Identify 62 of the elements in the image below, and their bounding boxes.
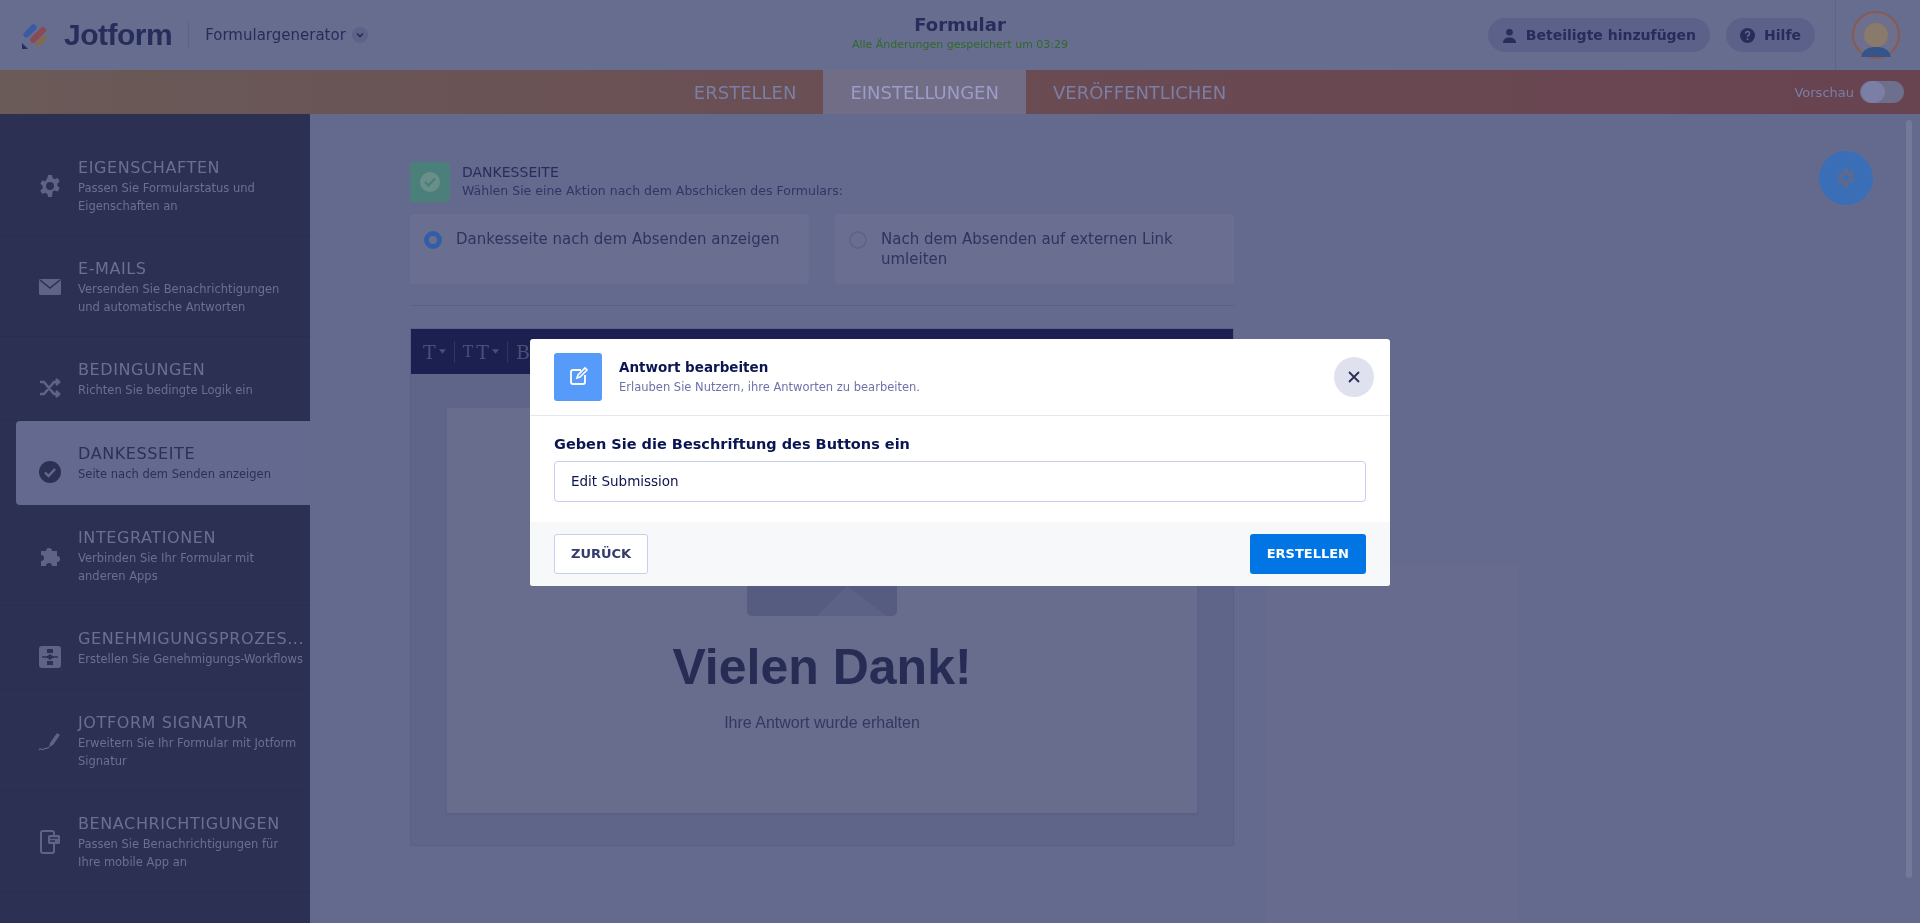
radio-button[interactable] [424, 231, 442, 249]
chevron-down-icon [351, 27, 368, 43]
logo-text: Jotform [64, 18, 173, 52]
sidebar-item-title: EIGENSCHAFTEN [78, 158, 222, 177]
shuffle-icon [38, 376, 62, 400]
caret-icon [491, 349, 499, 354]
back-button[interactable]: ZURÜCK [554, 533, 649, 574]
sidebar-item-description: Erweitern Sie Ihr Formular mit Jotform Signatur [78, 735, 298, 770]
sidebar-item[interactable]: JOTFORM SIGNATUR Erweitern Sie Ihr Formular mit Jotform Signatur [0, 690, 310, 791]
sidebar-item-description: Richten Sie bedingte Logik ein [78, 382, 253, 399]
settings-button[interactable] [1819, 151, 1873, 205]
sidebar-item-description: Seite nach dem Senden anzeigen [78, 466, 271, 483]
avatar[interactable] [1852, 11, 1900, 59]
check-circle-icon [38, 460, 62, 484]
sidebar-item-description: Verbinden Sie Ihr Formular mit anderen Apps [78, 550, 255, 585]
sidebar-item-title: BEDINGUNGEN [78, 360, 207, 379]
mobile-message-icon [38, 830, 62, 854]
sidebar-item[interactable]: INTEGRATIONEN Verbinden Sie Ihr Formular mit anderen Apps [0, 505, 310, 606]
app-menu[interactable]: Formulargenerator [205, 26, 368, 44]
option-card[interactable]: Nach dem Absenden auf externen Link umleiten [835, 214, 1234, 284]
thank-you-heading: Vielen Dank! [672, 638, 972, 696]
settings-icon [1835, 167, 1857, 189]
dialog-title: Antwort bearbeiten [619, 359, 770, 375]
flowchart-icon [38, 645, 62, 669]
gear-icon [38, 174, 62, 198]
field-label: Geben Sie die Beschriftung des Buttons ein [554, 435, 911, 452]
section-title: DANKESSEITE [462, 164, 560, 180]
sidebar-item[interactable]: DANKESSEITE Seite nach dem Senden anzeigen [16, 421, 310, 505]
sidebar-item-title: DANKESSEITE [78, 444, 197, 463]
sidebar-item-description: Passen Sie Benachrichtigungen für Ihre mobile App an [78, 836, 280, 871]
tab[interactable]: ERSTELLEN [666, 70, 824, 114]
tab[interactable]: EINSTELLUNGEN [823, 70, 1026, 114]
sidebar-item-title: INTEGRATIONEN [78, 528, 218, 547]
sidebar-item[interactable]: EIGENSCHAFTEN Passen Sie Formularstatus und Eigenschaften an [0, 135, 310, 236]
sidebar-item-description: Versenden Sie Benachrichtigungen und automatische Antworten [78, 281, 281, 316]
close-icon [1348, 370, 1360, 383]
sidebar-item[interactable]: BENACHRICHTIGUNGEN Passen Sie Benachrichtigungen für Ihre mobile App an [0, 791, 310, 892]
caret-icon [438, 349, 446, 354]
sidebar-item-title: BENACHRICHTIGUNGEN [78, 814, 281, 833]
form-title: Formular [914, 14, 1006, 35]
tab[interactable]: VERÖFFENTLICHEN [1025, 70, 1254, 114]
option-label: Nach dem Absenden auf externen Link umleiten [881, 229, 1174, 269]
sidebar-item-title: E-MAILS [78, 259, 148, 278]
user-icon [1501, 27, 1517, 43]
create-button[interactable]: ERSTELLEN [1249, 533, 1366, 574]
sidebar-item-description: Erstellen Sie Genehmigungs-Workflows [78, 651, 304, 668]
sidebar-item-title: JOTFORM SIGNATUR [78, 713, 250, 732]
dialog-subtitle: Erlauben Sie Nutzern, ihre Antworten zu bearbeiten. [619, 380, 921, 394]
preview-toggle[interactable] [1860, 81, 1904, 103]
sidebar-item[interactable]: GENEHMIGUNGSPROZES... Erstellen Sie Genehmigungs-Workflows [0, 606, 310, 690]
option-card[interactable]: Dankesseite nach dem Absenden anzeigen [410, 214, 809, 284]
check-icon [410, 162, 450, 202]
save-status: Alle Änderungen gespeichert um 03:29 [851, 38, 1069, 51]
close-button[interactable] [1334, 356, 1374, 397]
edit-icon [554, 352, 602, 401]
sidebar-item-title: GENEHMIGUNGSPROZES... [78, 629, 305, 648]
sidebar-item[interactable]: E-MAILS Versenden Sie Benachrichtigungen und automatische Antworten [0, 236, 310, 337]
option-label: Dankesseite nach dem Absenden anzeigen [456, 229, 780, 249]
input-field[interactable]: Edit Submission [554, 460, 1366, 502]
sidebar-item-description: Passen Sie Formularstatus und Eigenschaften an [78, 180, 256, 215]
help-icon [1740, 27, 1756, 43]
preview-label: Vorschau [1794, 84, 1854, 100]
